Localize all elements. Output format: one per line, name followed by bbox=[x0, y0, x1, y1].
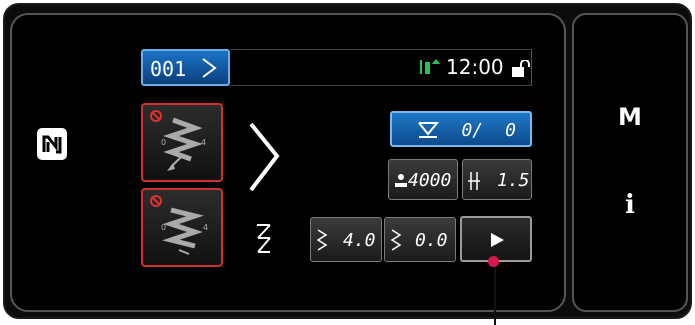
stitch-condition-2-button[interactable]: 0 4 bbox=[141, 188, 223, 267]
play-button[interactable] bbox=[460, 216, 532, 262]
counter-icon bbox=[418, 122, 440, 138]
zigzag-width-icon bbox=[316, 229, 328, 251]
zigzag-width-icon bbox=[390, 229, 402, 251]
pattern-number-button[interactable]: 001 bbox=[141, 49, 230, 86]
counter-target: 0 bbox=[505, 120, 516, 141]
pitch-button[interactable]: 1.5 bbox=[462, 159, 532, 200]
stitch-prohibited-icon: 0 4 bbox=[150, 110, 206, 171]
info-key[interactable]: i bbox=[574, 190, 686, 220]
stitch-condition-1-button[interactable]: 0 4 bbox=[141, 103, 223, 182]
zigzag-icon bbox=[249, 122, 280, 192]
width-right-button[interactable]: 0.0 bbox=[384, 217, 456, 262]
width-right-value: 0.0 bbox=[415, 230, 448, 251]
play-icon bbox=[491, 233, 504, 247]
nfc-mark-icon bbox=[37, 128, 67, 160]
pitch-icon bbox=[468, 172, 480, 190]
svg-text:0: 0 bbox=[161, 138, 166, 147]
counter-value: 0/0 bbox=[461, 120, 516, 141]
counter-button[interactable]: 0/0 bbox=[390, 111, 532, 147]
callout-line bbox=[494, 262, 496, 325]
speed-value: 4000 bbox=[408, 170, 452, 191]
stitch-prohibited-icon: 0 4 bbox=[150, 195, 208, 255]
speed-button[interactable]: 4000 bbox=[388, 159, 458, 200]
width-left-value: 4.0 bbox=[343, 230, 376, 251]
unlock-icon[interactable] bbox=[511, 60, 531, 78]
side-panel: M i bbox=[572, 13, 688, 312]
speed-icon bbox=[395, 174, 407, 187]
thread-tension-icon bbox=[420, 59, 440, 74]
width-left-button[interactable]: 4.0 bbox=[310, 217, 382, 262]
counter-count: 0/ bbox=[461, 120, 484, 141]
callout-dot bbox=[488, 256, 499, 267]
svg-text:4: 4 bbox=[201, 138, 206, 147]
pitch-value: 1.5 bbox=[497, 170, 530, 191]
arrow-right-icon bbox=[202, 58, 217, 78]
svg-text:0: 0 bbox=[161, 223, 166, 232]
mode-key[interactable]: M bbox=[574, 103, 686, 131]
svg-text:4: 4 bbox=[203, 223, 208, 232]
pattern-number: 001 bbox=[150, 57, 187, 81]
start-end-icon bbox=[257, 224, 271, 253]
clock: 12:00 bbox=[446, 55, 504, 79]
